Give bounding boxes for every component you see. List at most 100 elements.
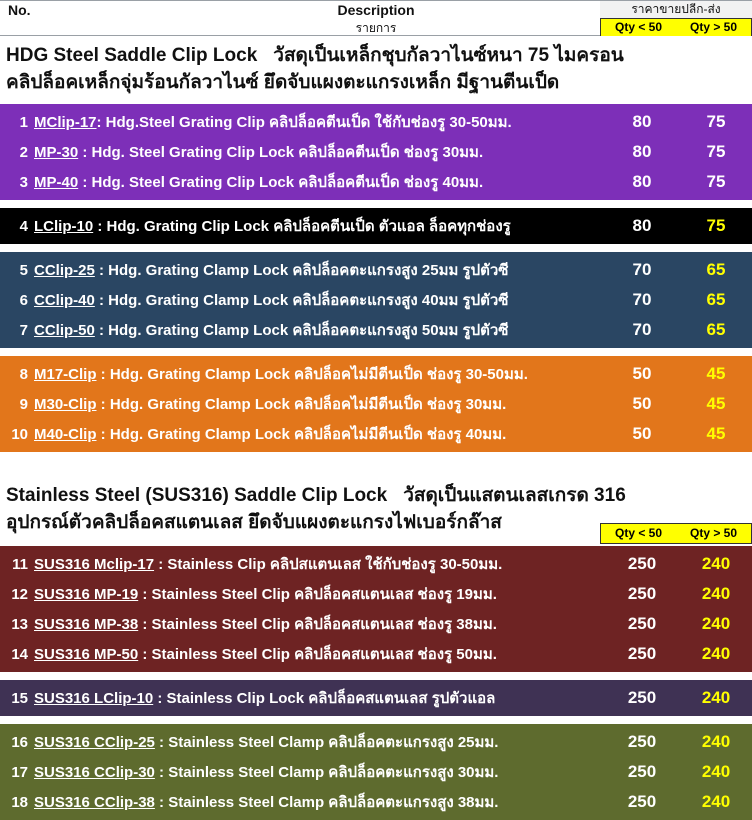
table-row[interactable]: 6 CClip-40 : Hdg. Grating Clamp Lock คลิป… [0, 285, 752, 315]
row-number: 14 [11, 645, 28, 663]
row-number: 15 [11, 689, 28, 707]
product-code[interactable]: M30-Clip [34, 396, 97, 413]
product-code[interactable]: CClip-40 [34, 292, 95, 309]
row-description: SUS316 MP-50 : Stainless Steel Clip คลิป… [34, 642, 604, 666]
price-qty-gt-50: 240 [701, 644, 731, 663]
price-qty-lt-50: 80 [632, 172, 652, 191]
product-code[interactable]: MP-40 [34, 174, 78, 191]
product-code[interactable]: CClip-50 [34, 322, 95, 339]
row-number: 4 [19, 217, 28, 235]
row-number: 8 [19, 365, 28, 383]
row-description: CClip-25 : Hdg. Grating Clamp Lock คลิปล… [34, 258, 604, 282]
price-qty-gt-50: 240 [701, 762, 731, 781]
price-qty-gt-50: 45 [706, 364, 726, 383]
row-description: LClip-10 : Hdg. Grating Clip Lock คลิปล็… [34, 214, 604, 238]
table-row[interactable]: 9 M30-Clip : Hdg. Grating Clamp Lock คลิป… [0, 389, 752, 419]
section-banner-sus316: Stainless Steel (SUS316) Saddle Clip Loc… [0, 476, 752, 546]
group-divider [0, 200, 752, 208]
row-number: 10 [11, 425, 28, 443]
product-code[interactable]: LClip-10 [34, 218, 93, 235]
price-qty-gt-50: 240 [701, 688, 731, 707]
price-qty-lt-50: 50 [632, 364, 652, 383]
qty-gt-50-header: Qty > 50 [689, 20, 738, 34]
price-qty-gt-50: 240 [701, 732, 731, 751]
table-row[interactable]: 15 SUS316 LClip-10 : Stainless Clip Lock … [0, 683, 752, 713]
table-row[interactable]: 2 MP-30 : Hdg. Steel Grating Clip Lock คล… [0, 137, 752, 167]
product-code[interactable]: MClip-17 [34, 114, 97, 131]
table-row[interactable]: 10 M40-Clip : Hdg. Grating Clamp Lock คลิ… [0, 419, 752, 449]
product-description-text: : Stainless Steel Clip คลิปล็อคสแตนเลส ช… [138, 616, 497, 633]
row-number: 11 [12, 555, 28, 573]
section-hdg-title-th: วัสดุเป็นเหล็กชุบกัลวาไนซ์หนา 75 ไมครอน [273, 45, 624, 66]
row-description: CClip-50 : Hdg. Grating Clamp Lock คลิปล… [34, 318, 604, 342]
price-qty-lt-50: 70 [632, 320, 652, 339]
group-divider [0, 348, 752, 356]
product-code[interactable]: SUS316 LClip-10 [34, 690, 153, 707]
group-divider [0, 672, 752, 680]
table-row[interactable]: 1 MClip-17: Hdg.Steel Grating Clip คลิปล็… [0, 107, 752, 137]
table-row[interactable]: 16 SUS316 CClip-25 : Stainless Steel Clam… [0, 727, 752, 757]
product-code[interactable]: M17-Clip [34, 366, 97, 383]
price-qty-gt-50: 75 [706, 142, 726, 161]
table-row[interactable]: 18 SUS316 CClip-38 : Stainless Steel Clam… [0, 787, 752, 817]
row-description: SUS316 CClip-38 : Stainless Steel Clamp … [34, 790, 604, 814]
price-qty-lt-50: 70 [632, 290, 652, 309]
product-group: 16 SUS316 CClip-25 : Stainless Steel Clam… [0, 724, 752, 820]
table-row[interactable]: 7 CClip-50 : Hdg. Grating Clamp Lock คลิป… [0, 315, 752, 345]
price-qty-lt-50: 250 [627, 732, 657, 751]
product-code[interactable]: SUS316 CClip-25 [34, 734, 155, 751]
product-code[interactable]: SUS316 MP-38 [34, 616, 138, 633]
table-row[interactable]: 13 SUS316 MP-38 : Stainless Steel Clip คล… [0, 609, 752, 639]
row-number: 16 [11, 733, 28, 751]
section-sus-title-en: Stainless Steel (SUS316) Saddle Clip Loc… [6, 485, 388, 506]
product-group: 15 SUS316 LClip-10 : Stainless Clip Lock … [0, 680, 752, 716]
product-code[interactable]: SUS316 MP-50 [34, 646, 138, 663]
product-group: 11 SUS316 Mclip-17 : Stainless Clip คลิปส… [0, 546, 752, 672]
price-qty-lt-50: 250 [627, 554, 657, 573]
row-description: SUS316 MP-19 : Stainless Steel Clip คลิป… [34, 582, 604, 606]
product-group: 4 LClip-10 : Hdg. Grating Clip Lock คลิปล… [0, 208, 752, 244]
table-row[interactable]: 4 LClip-10 : Hdg. Grating Clip Lock คลิปล… [0, 211, 752, 241]
section-spacer [0, 452, 752, 476]
table-row[interactable]: 12 SUS316 MP-19 : Stainless Steel Clip คล… [0, 579, 752, 609]
section-sus-title-th: วัสดุเป็นแสตนเลสเกรด 316 [403, 485, 626, 506]
price-qty-lt-50: 250 [627, 688, 657, 707]
price-qty-gt-50: 65 [706, 260, 726, 279]
product-code[interactable]: CClip-25 [34, 262, 95, 279]
row-description: SUS316 Mclip-17 : Stainless Clip คลิปสแต… [34, 552, 604, 576]
table-row[interactable]: 5 CClip-25 : Hdg. Grating Clamp Lock คลิป… [0, 255, 752, 285]
row-number: 2 [19, 143, 28, 161]
product-description-text: : Hdg. Steel Grating Clip Lock คลิปล็อคต… [78, 144, 484, 161]
table-row[interactable]: 3 MP-40 : Hdg. Steel Grating Clip Lock คล… [0, 167, 752, 197]
product-code[interactable]: SUS316 CClip-38 [34, 794, 155, 811]
product-code[interactable]: SUS316 Mclip-17 [34, 556, 154, 573]
product-description-text: : Stainless Steel Clip คลิปล็อคสแตนเลส ช… [138, 586, 497, 603]
section-hdg-title-line: HDG Steel Saddle Clip Lock วัสดุเป็นเหล็ก… [6, 42, 752, 69]
price-qty-gt-50: 45 [706, 424, 726, 443]
price-qty-gt-50: 45 [706, 394, 726, 413]
price-qty-lt-50: 50 [632, 424, 652, 443]
price-list-sheet: No. Description รายการ ราคาขายปลีก-ส่ง Q… [0, 0, 752, 820]
product-code[interactable]: SUS316 MP-19 [34, 586, 138, 603]
section-hdg-title-en: HDG Steel Saddle Clip Lock [6, 45, 258, 66]
table-row[interactable]: 17 SUS316 CClip-30 : Stainless Steel Clam… [0, 757, 752, 787]
table-row[interactable]: 8 M17-Clip : Hdg. Grating Clamp Lock คลิป… [0, 359, 752, 389]
price-qty-gt-50: 75 [706, 216, 726, 235]
qty-lt-50-header: Qty < 50 [614, 20, 663, 34]
row-description: SUS316 LClip-10 : Stainless Clip Lock คล… [34, 686, 604, 710]
table-row[interactable]: 11 SUS316 Mclip-17 : Stainless Clip คลิปส… [0, 549, 752, 579]
price-qty-lt-50: 250 [627, 584, 657, 603]
table-row[interactable]: 14 SUS316 MP-50 : Stainless Steel Clip คล… [0, 639, 752, 669]
row-description: SUS316 CClip-30 : Stainless Steel Clamp … [34, 760, 604, 784]
price-qty-gt-50: 240 [701, 614, 731, 633]
product-code[interactable]: M40-Clip [34, 426, 97, 443]
price-qty-gt-50: 240 [701, 554, 731, 573]
product-description-text: : Stainless Clip Lock คลิปล็อคสแตนเลส รู… [153, 690, 496, 707]
price-qty-lt-50: 80 [632, 216, 652, 235]
product-description-text: : Hdg.Steel Grating Clip คลิปล็อคตีนเป็ด… [96, 114, 512, 131]
sus316-product-groups: 11 SUS316 Mclip-17 : Stainless Clip คลิปส… [0, 546, 752, 820]
product-group: 1 MClip-17: Hdg.Steel Grating Clip คลิปล็… [0, 104, 752, 200]
product-code[interactable]: SUS316 CClip-30 [34, 764, 155, 781]
row-number: 5 [19, 261, 28, 279]
product-code[interactable]: MP-30 [34, 144, 78, 161]
